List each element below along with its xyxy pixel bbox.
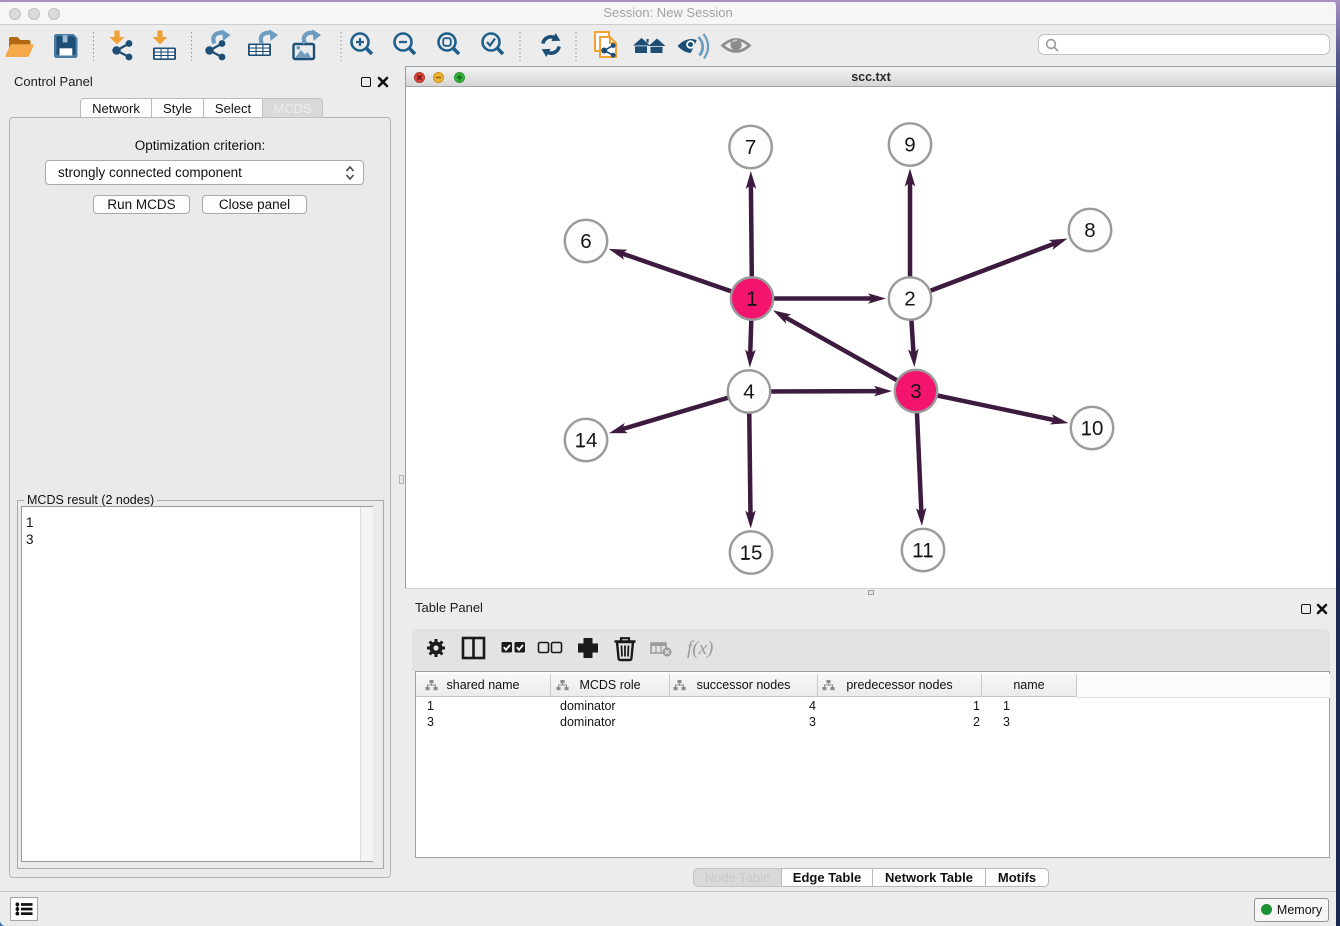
svg-text:11: 11 [912,539,933,562]
svg-text:3: 3 [910,380,921,403]
svg-text:9: 9 [904,134,915,157]
svg-text:f(x): f(x) [687,638,713,659]
svg-text:8: 8 [1084,219,1095,242]
svg-text:1: 1 [746,288,757,311]
svg-text:10: 10 [1081,417,1104,440]
svg-text:4: 4 [743,381,754,404]
svg-text:15: 15 [740,542,763,565]
svg-text:2: 2 [904,288,915,311]
svg-text:14: 14 [575,429,598,452]
svg-text:7: 7 [745,136,756,159]
svg-text:6: 6 [580,230,591,253]
